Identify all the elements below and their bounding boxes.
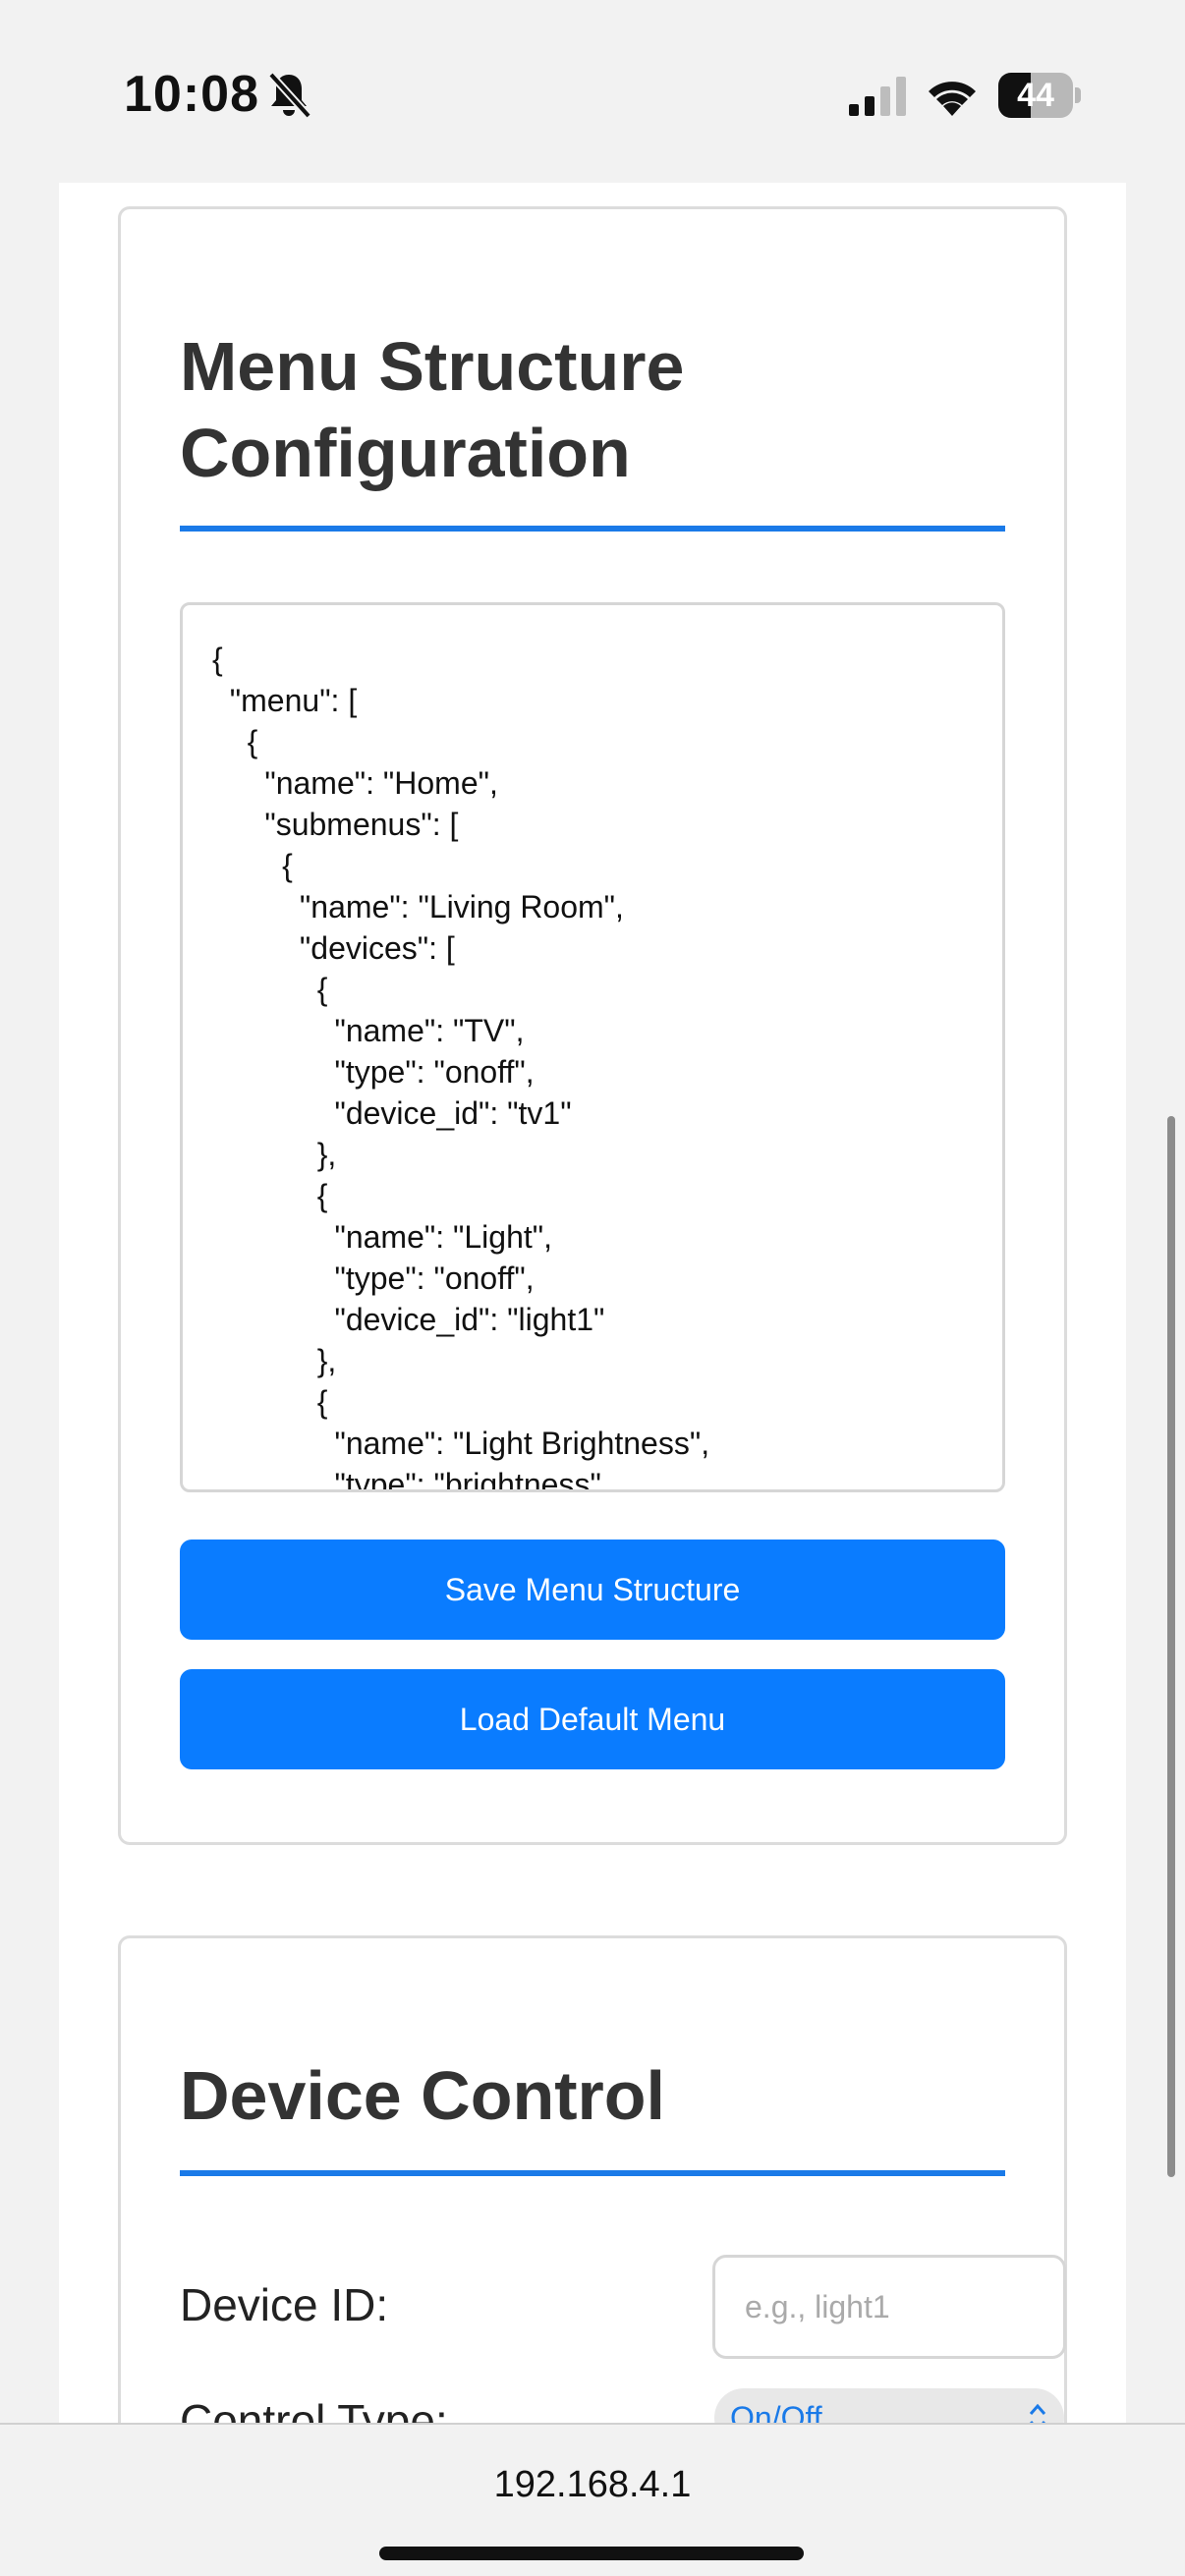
status-bar: 10:08 44 bbox=[0, 0, 1185, 183]
menu-structure-title: Menu Structure Configuration bbox=[180, 328, 685, 491]
wifi-icon bbox=[929, 82, 976, 116]
device-control-card: Device Control Device ID: e.g., light1 C… bbox=[118, 1935, 1067, 2423]
control-type-value: On/Off bbox=[730, 2400, 822, 2423]
bell-slash-icon bbox=[268, 72, 310, 119]
menu-structure-card: Menu Structure Configuration { "menu": [… bbox=[118, 206, 1067, 1845]
load-default-menu-button[interactable]: Load Default Menu bbox=[180, 1669, 1005, 1769]
status-time: 10:08 bbox=[124, 66, 259, 123]
page-scrollbar[interactable] bbox=[1167, 1116, 1175, 2177]
device-control-title: Device Control bbox=[180, 2057, 665, 2134]
page-content: Menu Structure Configuration { "menu": [… bbox=[59, 183, 1126, 2423]
chevron-up-down-icon bbox=[1029, 2403, 1046, 2423]
device-id-label: Device ID: bbox=[180, 2279, 389, 2330]
title-divider bbox=[180, 526, 1005, 532]
home-indicator[interactable] bbox=[379, 2547, 804, 2560]
browser-bottom-bar: 192.168.4.1 bbox=[0, 2423, 1185, 2576]
url-bar[interactable]: 192.168.4.1 bbox=[0, 2464, 1185, 2506]
save-menu-structure-button[interactable]: Save Menu Structure bbox=[180, 1540, 1005, 1640]
battery-percent: 44 bbox=[1017, 77, 1054, 114]
control-type-label: Control Type: bbox=[180, 2395, 448, 2423]
cellular-signal-icon bbox=[849, 77, 906, 116]
menu-json-textarea[interactable]: { "menu": [ { "name": "Home", "submenus"… bbox=[180, 602, 1005, 1492]
title-divider bbox=[180, 2170, 1005, 2176]
battery-icon: 44 bbox=[998, 73, 1081, 118]
device-id-input[interactable]: e.g., light1 bbox=[712, 2255, 1066, 2359]
control-type-select[interactable]: On/Off bbox=[714, 2388, 1064, 2423]
